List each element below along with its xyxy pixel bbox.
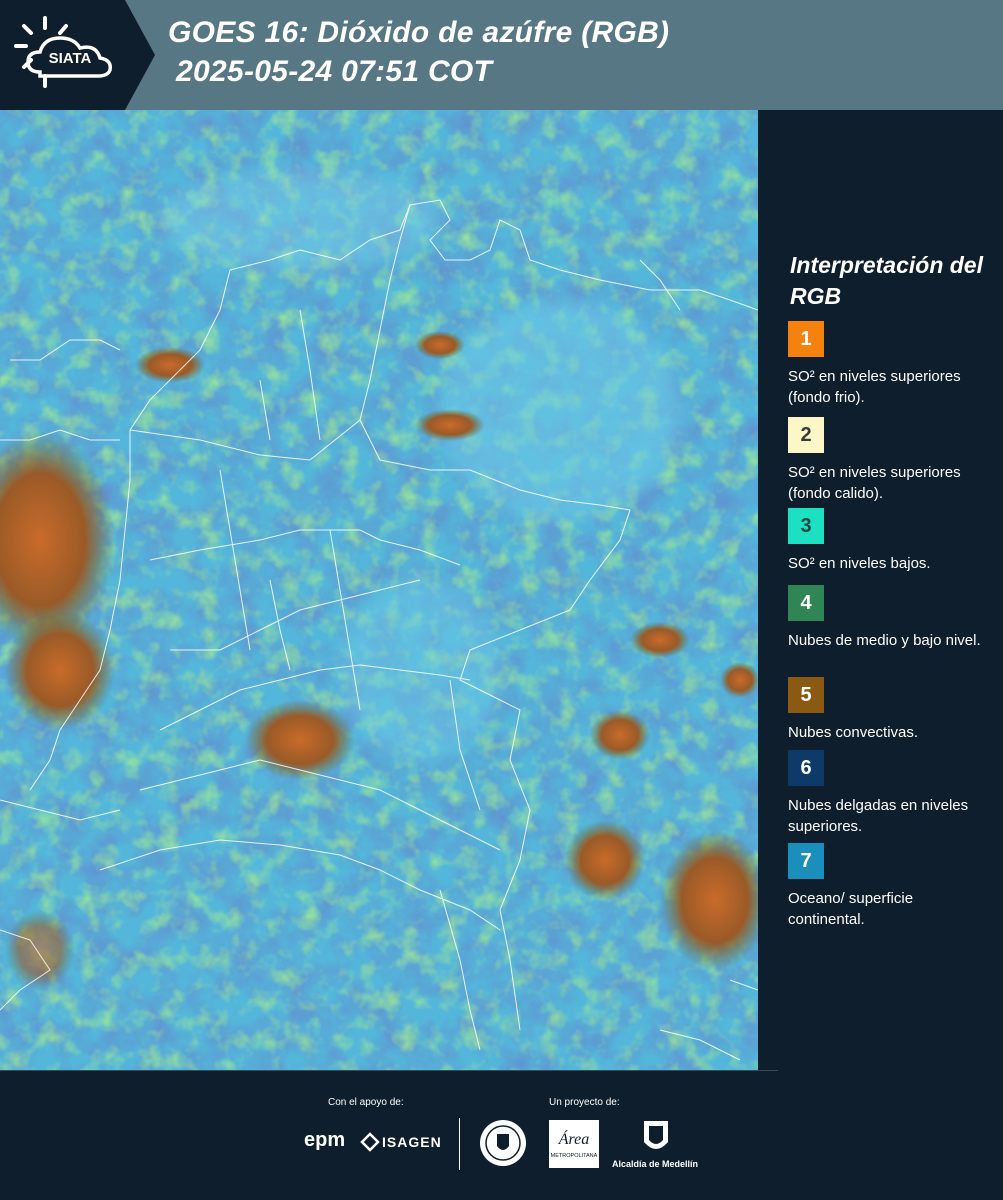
svg-text:Área: Área	[558, 1129, 590, 1148]
legend-swatch-6: 6	[788, 750, 824, 786]
epm-logo: epm	[304, 1129, 346, 1151]
legend-swatch-2: 2	[788, 417, 824, 453]
sponsor-divider	[459, 1118, 460, 1170]
page-title: GOES 16: Dióxido de azúfre (RGB)	[168, 16, 670, 49]
legend-swatch-3: 3	[788, 508, 824, 544]
legend-swatch-7: 7	[788, 843, 824, 879]
legend-label-7: Oceano/ superficie continental.	[788, 890, 914, 928]
rgb-legend: Interpretación del RGB 1 SO² en niveles …	[758, 110, 1003, 1070]
alcaldia-crest-icon	[644, 1121, 668, 1149]
page-timestamp: 2025-05-24 07:51 COT	[176, 55, 493, 88]
legend-label-4: Nubes de medio y bajo nivel.	[788, 632, 981, 649]
siata-logo-text: SIATA	[49, 50, 92, 67]
legend-swatch-1: 1	[788, 321, 824, 357]
legend-swatch-4: 4	[788, 585, 824, 621]
siata-logo: SIATA	[0, 0, 160, 110]
header-bar: SIATA GOES 16: Dióxido de azúfre (RGB) 2…	[0, 0, 1003, 110]
siata-logo-icon: SIATA	[0, 0, 155, 110]
legend-label-1: SO² en niveles superiores (fondo frio).	[788, 368, 961, 406]
medellin-seal-icon	[480, 1120, 526, 1166]
legend-label-2: SO² en niveles superiores (fondo calido)…	[788, 464, 961, 502]
area-metropolitana-logo: Área METROPOLITANA	[549, 1120, 599, 1168]
satellite-map-image	[0, 110, 758, 1070]
isagen-logo: ISAGEN	[382, 1134, 442, 1150]
svg-text:METROPOLITANA: METROPOLITANA	[551, 1153, 598, 1159]
legend-item-1: 1 SO² en niveles superiores (fondo frio)…	[788, 321, 993, 408]
legend-item-4: 4 Nubes de medio y bajo nivel.	[788, 585, 993, 672]
support-label: Con el apoyo de:	[328, 1097, 404, 1108]
legend-swatch-5: 5	[788, 677, 824, 713]
footer-sponsors: Con el apoyo de: Un proyecto de: epm ISA…	[0, 1070, 1003, 1200]
legend-item-7: 7 Oceano/ superficie continental.	[788, 843, 993, 930]
legend-label-6: Nubes delgadas en niveles superiores.	[788, 797, 969, 835]
legend-item-3: 3 SO² en niveles bajos.	[788, 508, 993, 595]
isagen-mark-icon	[360, 1132, 380, 1152]
project-label: Un proyecto de:	[549, 1097, 620, 1108]
footer-divider	[0, 1070, 778, 1071]
legend-item-2: 2 SO² en niveles superiores (fondo calid…	[788, 417, 993, 504]
legend-title: Interpretación del RGB	[790, 252, 983, 309]
legend-item-6: 6 Nubes delgadas en niveles superiores.	[788, 750, 993, 837]
satellite-map[interactable]	[0, 110, 758, 1070]
alcaldia-logo-text: Alcaldía de Medellín	[612, 1159, 699, 1169]
